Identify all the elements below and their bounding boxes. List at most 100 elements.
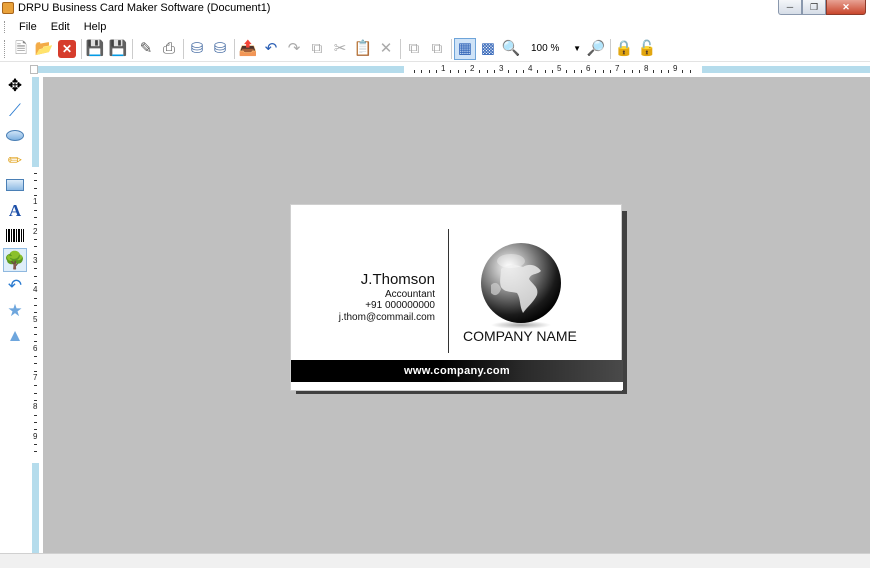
- snap-grid-button[interactable]: ▩: [477, 38, 499, 60]
- maximize-button[interactable]: ❐: [802, 0, 826, 15]
- card-title-text[interactable]: Accountant: [385, 289, 435, 300]
- save-icon: 💾: [85, 40, 105, 57]
- select-tool[interactable]: ✥: [3, 73, 27, 97]
- redo-button[interactable]: ↷: [283, 38, 305, 60]
- ellipse-icon: [6, 129, 24, 141]
- menu-edit[interactable]: Edit: [44, 21, 77, 33]
- ellipse-tool[interactable]: [3, 123, 27, 147]
- ruler-tick: [457, 70, 459, 73]
- new-button[interactable]: 🗎: [10, 38, 32, 60]
- ruler-tick: [602, 70, 604, 73]
- barcode-tool[interactable]: [3, 223, 27, 247]
- zoom-in-button[interactable]: 🔍: [500, 38, 522, 60]
- ruler-tick: [34, 173, 37, 174]
- close-document-button[interactable]: ✕: [56, 38, 78, 60]
- edit-button[interactable]: ✎: [135, 38, 157, 60]
- database-button[interactable]: ⛁: [186, 38, 208, 60]
- ruler-number: 5: [557, 64, 562, 73]
- ruler-tick: [479, 70, 481, 73]
- rectangle-icon: [6, 179, 24, 191]
- delete-button[interactable]: ✕: [375, 38, 397, 60]
- line-tool[interactable]: ⟋: [3, 98, 27, 122]
- card-footer-band[interactable]: www.company.com: [291, 360, 623, 382]
- unlock-button[interactable]: 🔓: [636, 38, 658, 60]
- minimize-icon: ─: [786, 2, 794, 12]
- pencil-tool[interactable]: ✏: [3, 148, 27, 172]
- main-toolbar: 🗎 📂 ✕ 💾 💾 ✎ ⎙ ⛁ ⛁ 📤 ↶ ↷ ⧉ ✂ 📋 ✕ ⧉ ⧉ ▦ ▩ …: [0, 36, 870, 62]
- database-export-icon: ⛁: [213, 40, 227, 57]
- toolbar-grip: [4, 39, 7, 58]
- ruler-tick: [450, 70, 452, 73]
- ruler-tick: [653, 70, 655, 73]
- card-phone-text[interactable]: +91 000000000: [365, 300, 435, 311]
- close-button[interactable]: ✕: [826, 0, 866, 15]
- design-canvas[interactable]: J.Thomson Accountant +91 000000000 j.tho…: [43, 77, 870, 553]
- ruler-margin: [702, 66, 870, 73]
- close-icon: ✕: [842, 1, 850, 12]
- paste-button[interactable]: 📋: [352, 38, 374, 60]
- database-icon: ⛁: [190, 40, 204, 57]
- print-icon: ⎙: [162, 40, 175, 57]
- delete-icon: ✕: [379, 40, 393, 57]
- window-controls: ─ ❐ ✕: [778, 0, 866, 15]
- card-name-text[interactable]: J.Thomson: [361, 271, 435, 288]
- vertical-ruler-area: 1 2 3 4 5 6 7 8 9: [30, 77, 42, 553]
- ruler-tick: [34, 180, 37, 182]
- send-back-button[interactable]: ⧉: [426, 38, 448, 60]
- ruler-tick: [34, 392, 37, 394]
- grid-button[interactable]: ▦: [454, 37, 476, 60]
- rectangle-tool[interactable]: [3, 173, 27, 197]
- copy-button[interactable]: ⧉: [306, 38, 328, 60]
- save-as-button[interactable]: 💾: [107, 38, 129, 60]
- maximize-icon: ❐: [809, 1, 819, 12]
- image-tool[interactable]: 🌳: [3, 248, 27, 272]
- minimize-button[interactable]: ─: [778, 0, 802, 15]
- ruler-number: 7: [33, 373, 38, 383]
- ruler-number: 8: [33, 402, 38, 412]
- undo-button[interactable]: ↶: [260, 38, 282, 60]
- open-button[interactable]: 📂: [33, 38, 55, 60]
- globe-icon[interactable]: [479, 241, 563, 331]
- bring-front-button[interactable]: ⧉: [403, 38, 425, 60]
- business-card[interactable]: J.Thomson Accountant +91 000000000 j.tho…: [290, 204, 623, 391]
- ruler-tick: [34, 414, 37, 416]
- save-button[interactable]: 💾: [84, 38, 106, 60]
- ruler-tick: [34, 268, 37, 270]
- open-folder-icon: 📂: [34, 40, 54, 57]
- ruler-tick: [689, 70, 691, 73]
- vertical-ruler: 1 2 3 4 5 6 7 8 9: [30, 169, 42, 459]
- card-website-text[interactable]: www.company.com: [404, 365, 510, 377]
- chevron-down-icon: ▼: [573, 44, 581, 53]
- ruler-tick: [595, 70, 597, 73]
- ruler-tick: [464, 70, 466, 73]
- cut-button[interactable]: ✂: [329, 38, 351, 60]
- card-company-text[interactable]: COMPANY NAME: [463, 328, 577, 344]
- ruler-number: 1: [441, 64, 446, 73]
- send-back-icon: ⧉: [431, 40, 443, 57]
- ruler-tick: [580, 70, 582, 73]
- bring-front-icon: ⧉: [408, 40, 420, 57]
- triangle-tool[interactable]: ▲: [3, 323, 27, 347]
- print-button[interactable]: ⎙: [158, 38, 180, 60]
- drawing-tools: ✥ ⟋ ✏ A 🌳 ↶ ★ ▲: [0, 63, 30, 553]
- export-button[interactable]: 📤: [237, 38, 259, 60]
- menu-help[interactable]: Help: [77, 21, 114, 33]
- text-icon: A: [8, 200, 22, 220]
- ruler-tick: [34, 297, 37, 299]
- ruler-margin: [32, 66, 404, 73]
- zoom-out-button[interactable]: 🔎: [585, 38, 607, 60]
- text-tool[interactable]: A: [3, 198, 27, 222]
- database-export-button[interactable]: ⛁: [209, 38, 231, 60]
- toolbar-separator: [610, 38, 611, 59]
- ruler-tick: [414, 70, 415, 73]
- menu-file[interactable]: File: [12, 21, 44, 33]
- ruler-tick: [537, 70, 539, 73]
- star-tool[interactable]: ★: [3, 298, 27, 322]
- card-email-text[interactable]: j.thom@commail.com: [339, 312, 435, 323]
- card-divider-line[interactable]: [448, 229, 449, 353]
- curve-tool[interactable]: ↶: [3, 273, 27, 297]
- card-footer-margin: [291, 382, 623, 390]
- lock-button[interactable]: 🔒: [613, 38, 635, 60]
- zoom-select[interactable]: 100 % ▼: [525, 39, 583, 59]
- ruler-tick: [631, 70, 633, 73]
